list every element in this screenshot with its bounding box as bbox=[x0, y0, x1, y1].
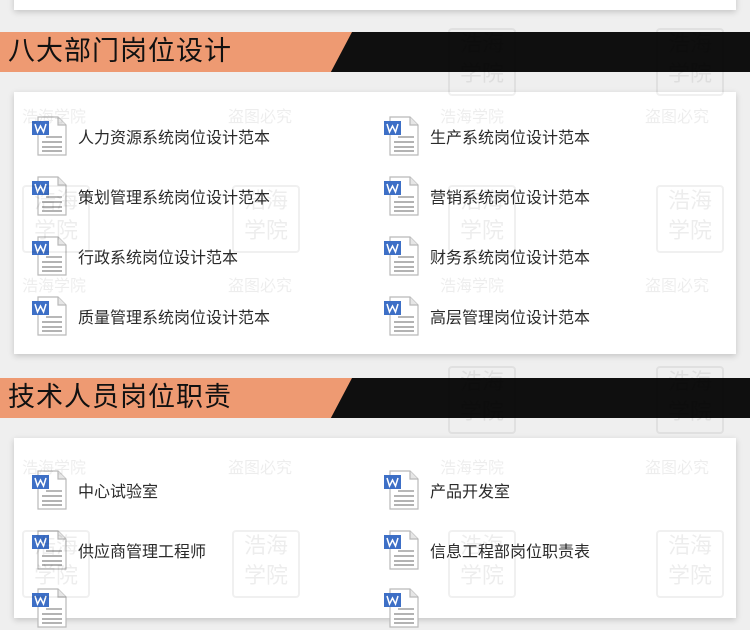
document-label: 质量管理系统岗位设计范本 bbox=[78, 308, 271, 327]
document-label: 营销系统岗位设计范本 bbox=[430, 188, 591, 207]
document-item[interactable]: 供应商管理工程师 bbox=[32, 528, 206, 572]
word-document-icon bbox=[32, 295, 68, 337]
document-label: 人力资源系统岗位设计范本 bbox=[78, 128, 271, 147]
word-document-icon bbox=[384, 235, 420, 277]
section-banner: 八大部门岗位设计 bbox=[0, 32, 750, 72]
document-item[interactable]: 生产系统岗位设计范本 bbox=[384, 114, 590, 158]
document-item[interactable]: 人力资源系统岗位设计范本 bbox=[32, 114, 270, 158]
document-label: 高层管理岗位设计范本 bbox=[430, 308, 591, 327]
word-document-icon bbox=[384, 295, 420, 337]
document-label: 策划管理系统岗位设计范本 bbox=[78, 188, 271, 207]
document-item[interactable]: 策划管理系统岗位设计范本 bbox=[32, 174, 270, 218]
document-label: 产品开发室 bbox=[430, 482, 511, 501]
section-banner: 技术人员岗位职责 bbox=[0, 378, 750, 418]
word-document-icon bbox=[32, 235, 68, 277]
word-document-icon bbox=[384, 529, 420, 571]
document-item-partial bbox=[32, 586, 78, 630]
document-item[interactable]: 营销系统岗位设计范本 bbox=[384, 174, 590, 218]
document-label: 信息工程部岗位职责表 bbox=[430, 542, 591, 561]
document-label: 供应商管理工程师 bbox=[78, 542, 207, 561]
document-label: 财务系统岗位设计范本 bbox=[430, 248, 591, 267]
document-list-card: 人力资源系统岗位设计范本 生产系统岗位设计范本 策划管理系统岗位设计范本 营销系… bbox=[14, 92, 736, 354]
document-label: 行政系统岗位设计范本 bbox=[78, 248, 239, 267]
top-card-fragment bbox=[14, 0, 736, 10]
section-title: 八大部门岗位设计 bbox=[8, 36, 232, 67]
word-document-icon bbox=[384, 587, 420, 629]
document-item[interactable]: 质量管理系统岗位设计范本 bbox=[32, 294, 270, 338]
document-item[interactable]: 信息工程部岗位职责表 bbox=[384, 528, 590, 572]
document-item[interactable]: 产品开发室 bbox=[384, 468, 510, 512]
word-document-icon bbox=[32, 175, 68, 217]
document-label: 生产系统岗位设计范本 bbox=[430, 128, 591, 147]
document-item[interactable]: 高层管理岗位设计范本 bbox=[384, 294, 590, 338]
document-list-card: 中心试验室 产品开发室 供应商管理工程师 信息工程部岗位职责表 bbox=[14, 438, 736, 628]
section-title: 技术人员岗位职责 bbox=[8, 382, 232, 413]
word-document-icon bbox=[32, 529, 68, 571]
word-document-icon bbox=[384, 175, 420, 217]
document-item[interactable]: 中心试验室 bbox=[32, 468, 158, 512]
document-item-partial bbox=[384, 586, 430, 630]
word-document-icon bbox=[32, 469, 68, 511]
word-document-icon bbox=[384, 469, 420, 511]
word-document-icon bbox=[384, 115, 420, 157]
document-label: 中心试验室 bbox=[78, 482, 159, 501]
word-document-icon bbox=[32, 115, 68, 157]
word-document-icon bbox=[32, 587, 68, 629]
document-item[interactable]: 财务系统岗位设计范本 bbox=[384, 234, 590, 278]
document-item[interactable]: 行政系统岗位设计范本 bbox=[32, 234, 238, 278]
